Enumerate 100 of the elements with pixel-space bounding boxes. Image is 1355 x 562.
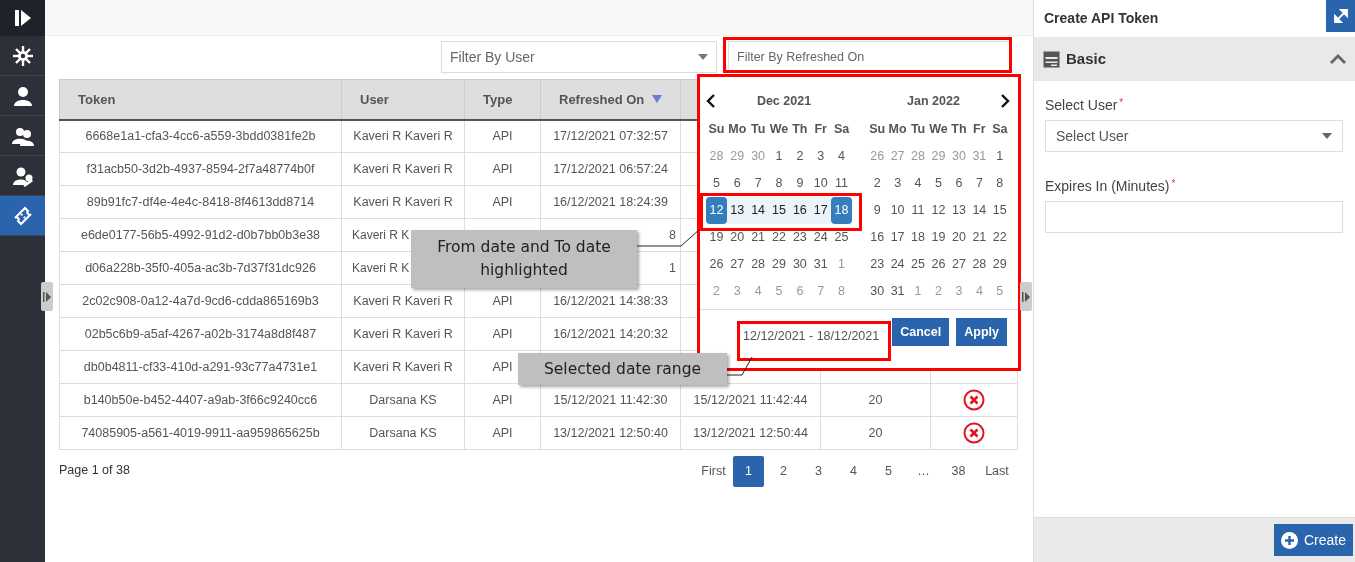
date-filter-field[interactable]: Filter By Refreshed On [728, 41, 1011, 73]
calendar-day[interactable]: 17 [887, 224, 908, 251]
calendar-day[interactable]: 13 [948, 197, 970, 224]
page-link[interactable]: 2 [766, 456, 801, 487]
calendar-day[interactable]: 16 [867, 224, 888, 251]
calendar-day[interactable]: 25 [907, 251, 929, 278]
calendar-day[interactable]: 6 [726, 170, 748, 197]
table-cell: 74085905-a561-4019-9911-aa959865625b [59, 416, 342, 450]
calendar-day[interactable]: 22 [989, 224, 1010, 251]
calendar-day[interactable]: 1 [989, 143, 1010, 170]
calendar-day[interactable]: 16 [789, 197, 811, 224]
calendar-day[interactable]: 5 [706, 170, 727, 197]
page-link[interactable]: … [906, 456, 941, 487]
calendar-day[interactable]: 24 [887, 251, 908, 278]
calendar-day[interactable]: 11 [831, 170, 852, 197]
calendar-day[interactable]: 22 [768, 224, 790, 251]
calendar-day[interactable]: 17 [810, 197, 832, 224]
calendar-day[interactable]: 21 [747, 224, 769, 251]
calendar-day[interactable]: 5 [928, 170, 949, 197]
table-cell: Darsana KS [341, 383, 465, 417]
calendar-day[interactable]: 1 [768, 143, 790, 170]
collapse-handle-icon[interactable] [1022, 291, 1030, 302]
calendar-day[interactable]: 24 [810, 224, 832, 251]
page-link[interactable]: 3 [801, 456, 836, 487]
calendar-day[interactable]: 23 [789, 224, 811, 251]
calendar-day[interactable]: 9 [789, 170, 811, 197]
table-cell: 13/12/2021 12:50:40 [540, 416, 681, 450]
calendar-day[interactable]: 14 [969, 197, 990, 224]
calendar-day[interactable]: 4 [907, 170, 929, 197]
calendar-day[interactable]: 12 [928, 197, 949, 224]
column-header[interactable]: Refreshed On [540, 79, 681, 120]
calendar-day[interactable]: 20 [948, 224, 970, 251]
calendar-day[interactable]: 26 [706, 251, 727, 278]
chevron-left-icon[interactable] [706, 94, 716, 108]
calendar-day[interactable]: 2 [789, 143, 811, 170]
calendar-day[interactable]: 10 [887, 197, 908, 224]
calendar-day[interactable]: 18 [831, 197, 852, 224]
section-header[interactable]: Basic [1034, 37, 1355, 81]
calendar-day[interactable]: 30 [789, 251, 811, 278]
calendar-day[interactable]: 3 [887, 170, 908, 197]
calendar-day[interactable]: 29 [989, 251, 1010, 278]
apply-button[interactable]: Apply [956, 318, 1007, 346]
calendar-day[interactable]: 7 [747, 170, 769, 197]
calendar-day[interactable]: 11 [907, 197, 929, 224]
calendar-day[interactable]: 19 [928, 224, 949, 251]
calendar-day[interactable]: 12 [706, 197, 727, 224]
table-cell: d06a228b-35f0-405a-ac3b-7d37f31dc926 [59, 251, 342, 285]
calendar-day[interactable]: 26 [928, 251, 949, 278]
calendar-day[interactable]: 13 [726, 197, 748, 224]
calendar-day[interactable]: 6 [948, 170, 970, 197]
calendar-day[interactable]: 3 [810, 143, 832, 170]
gear-icon[interactable] [11, 44, 34, 67]
calendar-day[interactable]: 29 [768, 251, 790, 278]
calendar-day[interactable]: 23 [867, 251, 888, 278]
column-header[interactable]: User [341, 79, 465, 120]
calendar-day[interactable]: 25 [831, 224, 852, 251]
calendar-day[interactable]: 10 [810, 170, 832, 197]
user-icon[interactable] [11, 84, 34, 107]
calendar-day[interactable]: 8 [989, 170, 1010, 197]
expand-button[interactable] [1326, 0, 1355, 32]
page-link[interactable]: 4 [836, 456, 871, 487]
collapse-handle-icon[interactable] [43, 291, 51, 302]
page-link[interactable]: 1 [733, 456, 764, 487]
calendar-day[interactable]: 15 [989, 197, 1010, 224]
create-button[interactable]: Create [1273, 524, 1353, 556]
expires-input[interactable] [1045, 201, 1343, 233]
calendar-day[interactable]: 20 [726, 224, 748, 251]
calendar-day[interactable]: 28 [969, 251, 990, 278]
calendar-day[interactable]: 4 [831, 143, 852, 170]
cancel-button[interactable]: Cancel [892, 318, 950, 346]
calendar-day[interactable]: 31 [887, 278, 908, 305]
calendar-day[interactable]: 8 [768, 170, 790, 197]
calendar-day[interactable]: 27 [726, 251, 748, 278]
calendar-day[interactable]: 9 [867, 197, 888, 224]
calendar-day[interactable]: 27 [948, 251, 970, 278]
user-filter-select[interactable]: Filter By User [441, 41, 717, 73]
column-header[interactable]: Token [59, 79, 342, 120]
delete-icon[interactable] [963, 389, 985, 411]
calendar-day[interactable]: 15 [768, 197, 790, 224]
table-cell: 20 [820, 416, 931, 450]
required-marker: * [1171, 178, 1176, 189]
calendar-day[interactable]: 2 [867, 170, 888, 197]
chevron-right-icon[interactable] [1000, 94, 1010, 108]
calendar-day[interactable]: 31 [810, 251, 832, 278]
calendar-day[interactable]: 18 [907, 224, 929, 251]
page-link[interactable]: Last [976, 456, 1018, 487]
user-select[interactable]: Select User [1045, 120, 1343, 152]
calendar-day[interactable]: 28 [747, 251, 769, 278]
page-link[interactable]: First [696, 456, 731, 487]
calendar-day[interactable]: 19 [706, 224, 727, 251]
column-header[interactable]: Type [464, 79, 541, 120]
delete-icon[interactable] [963, 422, 985, 444]
calendar-day[interactable]: 30 [867, 278, 888, 305]
calendar-day[interactable]: 7 [969, 170, 990, 197]
calendar-day[interactable]: 21 [969, 224, 990, 251]
page-link[interactable]: 38 [941, 456, 976, 487]
calendar-day[interactable]: 14 [747, 197, 769, 224]
logo-icon[interactable] [13, 9, 32, 27]
caret-icon [1322, 133, 1332, 139]
page-link[interactable]: 5 [871, 456, 906, 487]
